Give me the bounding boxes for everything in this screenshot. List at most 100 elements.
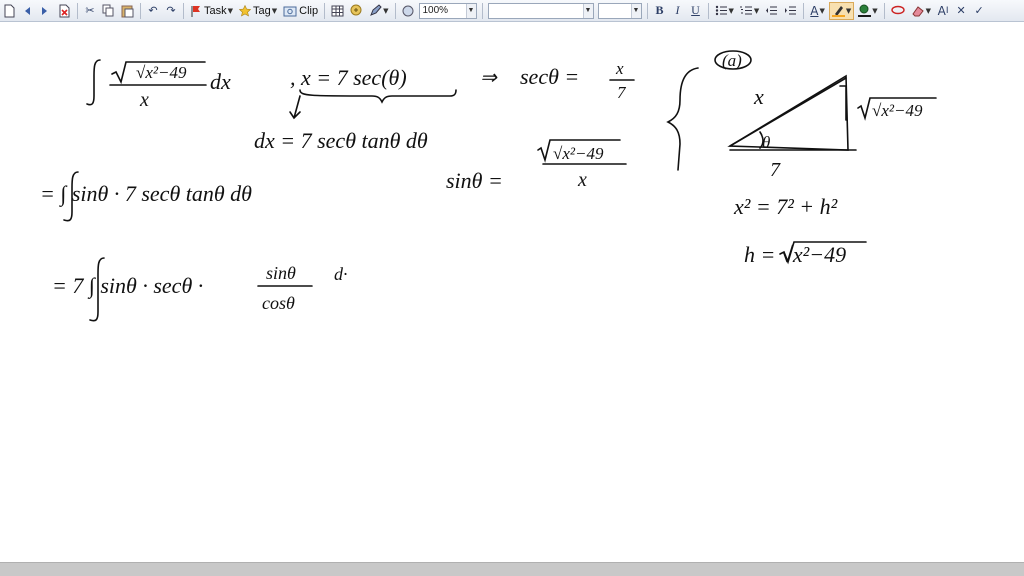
status-bar xyxy=(0,562,1024,576)
toolbar-separator xyxy=(707,2,709,19)
toolbar-separator xyxy=(394,2,396,19)
triangle-opp-label: √x²−49 xyxy=(872,101,923,120)
chevron-down-icon: ▼ xyxy=(728,6,734,15)
note-canvas[interactable]: √x²−49 x dx , x = 7 sec(θ) ⇒ secθ = x 7 … xyxy=(0,22,1024,562)
new-page-icon[interactable] xyxy=(1,2,17,20)
toolbar-separator xyxy=(481,2,483,19)
back-icon[interactable] xyxy=(19,2,35,20)
underline-button[interactable]: U xyxy=(688,2,704,20)
bold-button[interactable]: B xyxy=(652,2,668,20)
font-color-label: A xyxy=(810,3,819,18)
highlight-button[interactable]: ▼ xyxy=(828,1,855,20)
paste-icon[interactable] xyxy=(119,2,136,20)
italic-button[interactable]: I xyxy=(670,2,686,20)
chevron-down-icon: ▼ xyxy=(582,3,593,18)
sin-denominator: x xyxy=(577,169,587,191)
chevron-down-icon: ▼ xyxy=(753,6,760,15)
toolbar: ✂ ↶ ↷ Task ▼ Tag ▼ Clip ▼ 100% ▼ ▼ ▼ B I U… xyxy=(0,0,1024,22)
chevron-down-icon: ▼ xyxy=(271,6,278,15)
curly-brace xyxy=(666,67,699,171)
sin-numerator: √x²−49 xyxy=(553,144,604,163)
chevron-down-icon: ▼ xyxy=(383,6,389,15)
toolbar-separator xyxy=(140,2,141,19)
forward-icon[interactable] xyxy=(37,2,53,20)
triangle-hypotenuse xyxy=(729,77,847,147)
chevron-down-icon: ▼ xyxy=(630,3,641,18)
lasso-icon[interactable] xyxy=(889,2,907,20)
toolbar-separator xyxy=(803,2,805,19)
toolbar-separator xyxy=(883,2,885,19)
indent-icon[interactable] xyxy=(782,2,799,20)
pythagoras-equation: x² = 7² + h² xyxy=(733,194,838,219)
chevron-down-icon: ▼ xyxy=(227,6,234,15)
integral-numerator: √x²−49 xyxy=(136,63,187,82)
integral-sign xyxy=(86,59,101,106)
part-label: (a) xyxy=(722,51,742,70)
delete-icon[interactable] xyxy=(55,2,73,20)
undo-icon[interactable]: ↶ xyxy=(145,2,161,20)
triangle-hyp-label: x xyxy=(753,84,764,109)
toolbar-separator xyxy=(183,2,184,19)
sec-denominator: 7 xyxy=(617,83,627,102)
highlighter-icon xyxy=(831,6,845,17)
sin-lhs: sinθ = xyxy=(446,168,503,193)
step2-numerator: sinθ xyxy=(266,263,296,283)
step2-prefix: = 7 ∫ sinθ · secθ · xyxy=(52,273,203,299)
toolbar-separator xyxy=(324,2,326,19)
sec-lhs: secθ = xyxy=(520,64,579,89)
font-name-select[interactable]: ▼ xyxy=(487,2,594,19)
flag-icon xyxy=(191,5,200,17)
pen-tool-icon[interactable]: ▼ xyxy=(367,2,390,20)
integral-dx: dx xyxy=(210,69,231,94)
checkmark-icon[interactable]: ✓ xyxy=(971,2,987,20)
increase-font-button[interactable]: AI xyxy=(935,2,951,20)
tag-button[interactable]: Tag ▼ xyxy=(237,2,279,20)
h-equation: h = √x²−49 xyxy=(744,242,846,267)
table-icon[interactable] xyxy=(329,2,346,20)
step2-denominator: cosθ xyxy=(262,293,295,313)
integral-denominator: x xyxy=(139,89,149,111)
substitution: , x = 7 sec(θ) xyxy=(290,65,407,90)
sec-numerator: x xyxy=(615,59,624,78)
chevron-down-icon: ▼ xyxy=(845,6,852,15)
clip-button[interactable]: Clip xyxy=(281,2,320,20)
step1: = ∫ sinθ · 7 secθ tanθ dθ xyxy=(40,181,252,207)
triangle-angle-label: θ xyxy=(762,133,770,152)
font-color-button[interactable]: A ▼ xyxy=(808,2,827,20)
triangle-adj-label: 7 xyxy=(770,159,781,181)
implies-arrow: ⇒ xyxy=(480,67,498,89)
task-button[interactable]: Task ▼ xyxy=(188,2,235,20)
paint-bucket-icon xyxy=(858,4,872,17)
zoom-select[interactable]: 100% ▼ xyxy=(418,2,477,19)
close-icon[interactable]: ✕ xyxy=(953,2,969,20)
task-label: Task xyxy=(204,4,227,17)
step2-suffix: d· xyxy=(334,264,348,284)
attach-icon[interactable] xyxy=(348,2,365,20)
arrow-down xyxy=(289,95,301,120)
bullet-list-icon[interactable]: ▼ xyxy=(713,2,736,20)
zoom-icon[interactable] xyxy=(400,2,416,20)
clip-label: Clip xyxy=(299,4,319,17)
star-icon xyxy=(239,4,252,16)
triangle-side-mark xyxy=(839,85,847,121)
numbered-list-icon[interactable]: ▼ xyxy=(738,2,761,20)
handwritten-notes: √x²−49 x dx , x = 7 sec(θ) ⇒ secθ = x 7 … xyxy=(40,50,937,322)
increase-font-label: A xyxy=(937,3,946,18)
fill-color-button[interactable]: ▼ xyxy=(856,2,879,20)
toolbar-separator xyxy=(646,2,648,19)
font-size-select[interactable]: ▼ xyxy=(597,2,642,19)
outdent-icon[interactable] xyxy=(763,2,780,20)
chevron-down-icon: ▼ xyxy=(925,6,932,15)
tag-label: Tag xyxy=(253,4,271,17)
clip-icon xyxy=(283,6,297,16)
dx-line: dx = 7 secθ tanθ dθ xyxy=(254,128,428,153)
brace xyxy=(299,89,457,104)
cut-icon[interactable]: ✂ xyxy=(82,2,98,20)
chevron-down-icon: ▼ xyxy=(465,3,476,18)
toolbar-separator xyxy=(77,2,78,19)
eraser-icon[interactable]: ▼ xyxy=(909,2,933,20)
chevron-down-icon: ▼ xyxy=(819,6,825,15)
redo-icon[interactable]: ↷ xyxy=(163,2,179,20)
copy-icon[interactable] xyxy=(100,2,117,20)
zoom-value: 100% xyxy=(422,5,449,16)
